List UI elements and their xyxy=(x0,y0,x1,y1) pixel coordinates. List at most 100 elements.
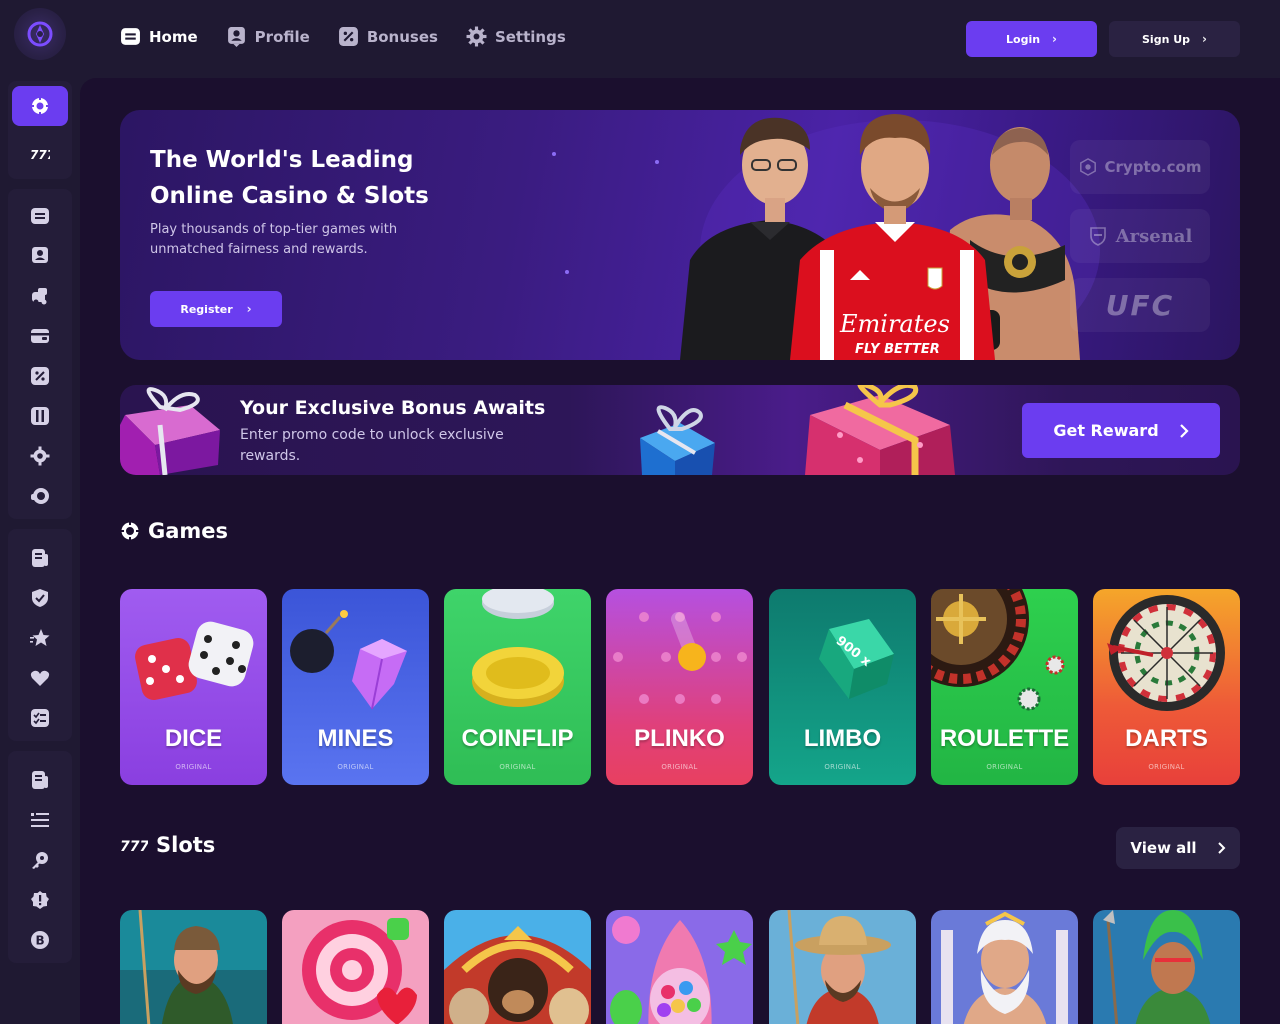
sponsor-ufc-label: UFC xyxy=(1105,288,1175,322)
game-card-coinflip[interactable]: COINFLIP ORIGINAL xyxy=(444,589,591,785)
brand-logo[interactable] xyxy=(14,8,66,60)
slot-card-cowboy[interactable] xyxy=(769,910,916,1024)
sidebar-item-fairness[interactable] xyxy=(12,578,68,618)
nav-bonuses-label: Bonuses xyxy=(366,27,438,46)
key-icon xyxy=(32,852,48,869)
racing-icon xyxy=(32,288,47,305)
sidebar-group-help: B xyxy=(8,751,72,963)
slot-thumbnail-candy xyxy=(282,910,429,1024)
nav-profile-label: Profile xyxy=(254,27,310,46)
sidebar-item-settings[interactable] xyxy=(12,436,68,476)
wallet-icon xyxy=(31,329,49,343)
sidebar-group-main xyxy=(8,189,72,519)
sidebar-item-bonuses[interactable] xyxy=(12,356,68,396)
logo-icon xyxy=(27,21,53,47)
slot-card-candy[interactable] xyxy=(282,910,429,1024)
decor-dot xyxy=(655,160,659,164)
blue-gift-icon xyxy=(640,405,715,475)
game-name: DARTS xyxy=(1125,725,1208,752)
checklist-icon xyxy=(31,709,49,727)
sidebar-item-checklist[interactable] xyxy=(12,698,68,738)
sidebar-item-news[interactable] xyxy=(12,538,68,578)
sidebar: 777 xyxy=(0,78,80,1024)
sponsor-arsenal-label: Arsenal xyxy=(1115,225,1193,247)
game-original-tag: ORIGINAL xyxy=(824,763,861,771)
sidebar-item-crypto[interactable]: B xyxy=(12,920,68,960)
sidebar-item-slots[interactable]: 777 xyxy=(12,134,68,174)
slots-section-title: 777 Slots xyxy=(120,833,215,857)
games-section-title: Games xyxy=(120,519,228,543)
slot-card-sweets[interactable] xyxy=(606,910,753,1024)
settings-icon xyxy=(30,446,50,466)
star-icon xyxy=(30,629,50,646)
signup-button[interactable]: Sign Up › xyxy=(1109,21,1240,57)
plinko-icon xyxy=(613,612,747,704)
sidebar-item-wallet[interactable] xyxy=(12,316,68,356)
sidebar-item-blog[interactable] xyxy=(12,760,68,800)
nav-bonuses[interactable]: Bonuses xyxy=(338,26,438,47)
sidebar-item-responsible[interactable] xyxy=(12,658,68,698)
game-card-mines[interactable]: MINES ORIGINAL xyxy=(282,589,429,785)
game-name: DICE xyxy=(164,725,223,752)
game-card-roulette[interactable]: ROULETTE ORIGINAL xyxy=(931,589,1078,785)
sidebar-group-categories: 777 xyxy=(8,81,72,179)
list-icon xyxy=(31,813,49,827)
login-button[interactable]: Login › xyxy=(966,21,1097,57)
controls-icon xyxy=(31,407,49,425)
newspaper-icon xyxy=(32,771,48,789)
sidebar-item-vip[interactable] xyxy=(12,396,68,436)
profile-icon xyxy=(32,247,48,263)
sidebar-item-sports[interactable] xyxy=(12,276,68,316)
game-card-dice[interactable]: DICE ORIGINAL xyxy=(120,589,267,785)
shield-check-icon xyxy=(32,589,48,607)
slot-thumbnail-sweets xyxy=(606,910,753,1024)
slot-thumbnail-zeus xyxy=(931,910,1078,1024)
gift-box-icon xyxy=(120,387,220,475)
sidebar-item-home[interactable] xyxy=(12,196,68,236)
sidebar-item-profile[interactable] xyxy=(12,236,68,276)
slot-card-fisherman[interactable] xyxy=(120,910,267,1024)
games-title-label: Games xyxy=(148,519,229,543)
roulette-wheel-icon xyxy=(931,589,1065,711)
sponsor-arsenal: Arsenal xyxy=(1070,209,1210,263)
settings-icon xyxy=(466,26,487,47)
jersey-slogan-text: FLY BETTER xyxy=(855,342,940,357)
slot-thumbnail-fisherman xyxy=(120,910,267,1024)
game-name: LIMBO xyxy=(803,725,882,752)
svg-text:777: 777 xyxy=(30,148,50,162)
decor-dot xyxy=(552,152,556,156)
game-original-tag: ORIGINAL xyxy=(175,763,212,771)
main-nav: Home Profile Bonuses Settings xyxy=(120,26,566,47)
game-card-plinko[interactable]: PLINKO ORIGINAL xyxy=(606,589,753,785)
signup-label: Sign Up xyxy=(1142,32,1191,46)
slot-thumbnail-aztec xyxy=(1093,910,1240,1024)
game-name: PLINKO xyxy=(634,725,725,752)
nav-home-label: Home xyxy=(149,27,198,46)
hero-banner: The World's Leading Online Casino & Slot… xyxy=(120,110,1240,360)
sidebar-item-security[interactable] xyxy=(12,840,68,880)
sidebar-item-alerts[interactable] xyxy=(12,880,68,920)
sidebar-item-support[interactable] xyxy=(12,476,68,516)
slots-777-icon: 777 xyxy=(30,148,50,162)
register-button[interactable]: Register › xyxy=(150,291,282,327)
sponsor-ufc: UFC xyxy=(1070,278,1210,332)
get-reward-button[interactable]: Get Reward xyxy=(1022,403,1220,458)
bonus-title: Your Exclusive Bonus Awaits xyxy=(240,397,546,419)
slot-card-zeus[interactable] xyxy=(931,910,1078,1024)
slot-card-dogs[interactable] xyxy=(444,910,591,1024)
bonuses-icon xyxy=(31,367,49,385)
game-card-limbo[interactable]: 900 x LIMBO ORIGINAL xyxy=(769,589,916,785)
game-card-darts[interactable]: DARTS ORIGINAL xyxy=(1093,589,1240,785)
sidebar-item-favorites[interactable] xyxy=(12,618,68,658)
sidebar-item-games[interactable] xyxy=(12,86,68,126)
slot-card-aztec[interactable] xyxy=(1093,910,1240,1024)
nav-profile[interactable]: Profile xyxy=(226,26,310,47)
svg-text:777: 777 xyxy=(120,839,148,855)
dartboard-icon xyxy=(1107,595,1225,711)
decor-dot xyxy=(565,270,569,274)
view-all-slots-button[interactable]: View all xyxy=(1116,827,1240,869)
nav-settings[interactable]: Settings xyxy=(466,26,566,47)
sidebar-item-list[interactable] xyxy=(12,800,68,840)
chevron-right-icon xyxy=(1179,423,1189,438)
nav-home[interactable]: Home xyxy=(120,26,198,47)
